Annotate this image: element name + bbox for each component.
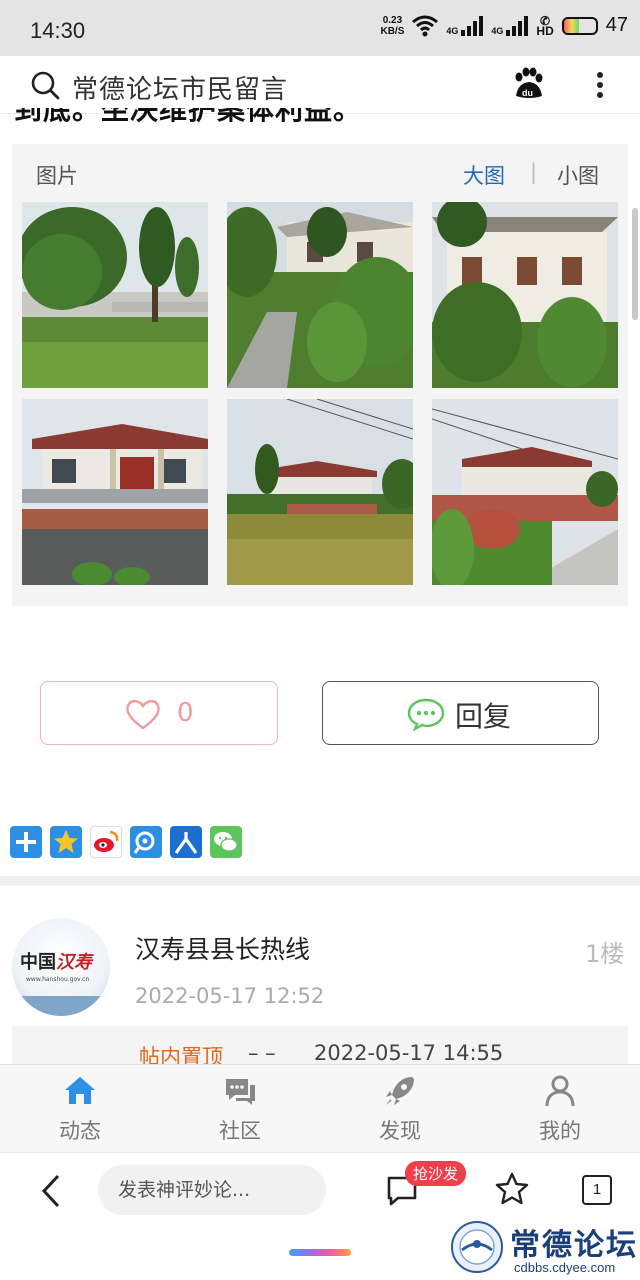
chat-bubble-icon (407, 698, 445, 731)
baidu-paw-icon[interactable]: du (510, 66, 546, 102)
wifi-icon (412, 15, 439, 36)
gallery-label: 图片 (36, 164, 78, 188)
image-gallery: 图片 大图 | 小图 (12, 144, 628, 606)
browser-toolbar: 抢沙发 1 (0, 1152, 640, 1228)
gallery-photo-2[interactable] (227, 202, 413, 388)
svg-text:du: du (522, 88, 533, 98)
search-icon[interactable] (30, 70, 60, 100)
star-icon[interactable] (494, 1171, 530, 1207)
status-icons: 0.23 KB/S 4G 4G ✆ HD 47 (380, 14, 628, 37)
watermark-url: cdbbs.cdyee.com (514, 1260, 616, 1275)
scrollbar-thumb[interactable] (632, 208, 638, 320)
status-bar: 14:30 0.23 KB/S 4G 4G ✆ HD 47 (0, 0, 640, 56)
community-icon (226, 1079, 255, 1105)
search-query[interactable]: 常德论坛市民留言 (72, 69, 288, 106)
gallery-photo-6[interactable] (432, 399, 618, 585)
hd-voice-icon: ✆ HD (536, 13, 554, 38)
pin-time: 2022-05-17 14:55 (314, 1041, 504, 1065)
plus-share-icon[interactable] (10, 826, 42, 858)
reply-button[interactable]: 回复 (322, 681, 599, 745)
section-divider (0, 876, 640, 886)
reply-label: 回复 (455, 700, 512, 733)
like-count: 0 (177, 698, 194, 728)
signal-1-icon: 4G (446, 15, 484, 36)
tab-discover[interactable]: 发现 (320, 1065, 480, 1152)
qzone-icon[interactable] (50, 826, 82, 858)
status-time: 14:30 (30, 18, 86, 43)
tab-mine[interactable]: 我的 (480, 1065, 640, 1152)
watermark-logo (451, 1221, 503, 1273)
gallery-photo-5[interactable] (227, 399, 413, 585)
signal-2-icon: 4G (491, 15, 529, 36)
search-bar[interactable]: 常德论坛市民留言 du (0, 56, 640, 114)
like-button[interactable]: 0 (40, 681, 278, 745)
network-speed: 0.23 KB/S (380, 14, 405, 37)
back-arrow-icon[interactable] (36, 1173, 66, 1209)
avatar[interactable]: 中国汉寿 www.hanshou.gov.cn (12, 918, 110, 1016)
home-indicator[interactable] (289, 1249, 351, 1256)
tabs-count-icon[interactable]: 1 (582, 1175, 612, 1205)
reply-item: 中国汉寿 www.hanshou.gov.cn 汉寿县县长热线 1楼 2022-… (0, 886, 640, 1066)
home-icon (65, 1077, 95, 1104)
watermark-name: 常德论坛 (510, 1228, 638, 1263)
pin-dash: – – (248, 1041, 276, 1065)
tab-community[interactable]: 社区 (160, 1065, 320, 1152)
pin-label: 帖内置顶 (139, 1045, 223, 1066)
comment-input[interactable] (98, 1165, 326, 1215)
renren-icon[interactable] (170, 826, 202, 858)
battery-percent: 47 (605, 14, 628, 36)
view-big-toggle[interactable]: 大图 (463, 160, 505, 190)
sofa-badge: 抢沙发 (405, 1161, 467, 1186)
gallery-photo-4[interactable] (22, 399, 208, 585)
rocket-icon (386, 1077, 414, 1105)
reply-floor: 1楼 (585, 940, 625, 968)
bottom-tab-bar: 动态 社区 发现 我的 (0, 1064, 640, 1152)
reply-author[interactable]: 汉寿县县长热线 (135, 930, 310, 966)
post-text-clipped: 到底。坐决维护案体利益。 (14, 108, 363, 126)
view-small-toggle[interactable]: 小图 (557, 160, 599, 190)
more-menu-icon[interactable] (590, 68, 610, 102)
tab-dynamic[interactable]: 动态 (0, 1065, 160, 1152)
reply-time: 2022-05-17 12:52 (135, 984, 325, 1008)
share-row (10, 826, 242, 858)
view-separator: | (530, 160, 538, 184)
watermark: 常德论坛 cdbbs.cdyee.com (450, 1218, 640, 1280)
battery-icon (561, 16, 598, 35)
gallery-photo-1[interactable] (22, 202, 208, 388)
tencent-weibo-icon[interactable] (130, 826, 162, 858)
wechat-icon[interactable] (210, 826, 242, 858)
user-icon (545, 1075, 575, 1107)
weibo-icon[interactable] (90, 826, 122, 858)
heart-icon (126, 699, 160, 730)
pin-notice: 帖内置顶 – – 2022-05-17 14:55 (12, 1026, 628, 1066)
gallery-photo-3[interactable] (432, 202, 618, 388)
